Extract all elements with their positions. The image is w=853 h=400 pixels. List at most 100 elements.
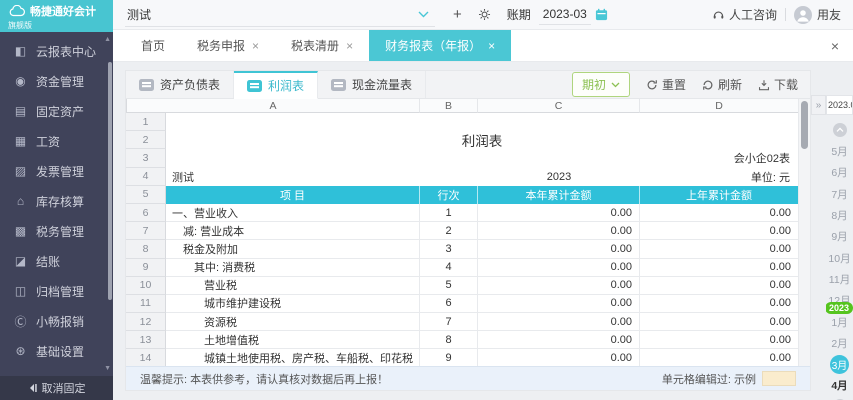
select-all-corner[interactable] [126, 99, 127, 113]
month-item[interactable]: 5月 [831, 141, 847, 162]
item-cell[interactable]: 税金及附加 [166, 240, 420, 259]
rail-period-header[interactable]: 2023.03 [826, 95, 853, 115]
row-number[interactable]: 10 [126, 276, 166, 295]
support-button[interactable]: 人工咨询 [712, 6, 777, 23]
row-number[interactable]: 11 [126, 294, 166, 314]
month-item[interactable]: 6月 [831, 162, 847, 183]
current-amount-cell[interactable]: 0.00 [478, 331, 640, 350]
line-cell[interactable]: 7 [420, 313, 478, 332]
current-amount-cell[interactable]: 0.00 [478, 294, 640, 314]
sheet-scrollbar-track[interactable] [798, 99, 810, 366]
month-item[interactable]: 1月 [831, 311, 847, 332]
line-cell[interactable]: 4 [420, 258, 478, 277]
sidebar-item[interactable]: ◉ 资金管理 [0, 66, 113, 96]
item-cell[interactable]: 土地增值税 [166, 331, 420, 350]
current-amount-cell[interactable]: 0.00 [478, 240, 640, 259]
line-cell[interactable]: 5 [420, 276, 478, 295]
sidebar-item[interactable]: ▦ 工资 [0, 126, 113, 156]
month-item[interactable]: 11月 [829, 269, 850, 290]
sidebar-item[interactable]: ◫ 归档管理 [0, 276, 113, 306]
report-tab[interactable]: 利润表 [234, 71, 319, 99]
tab[interactable]: 税务申报 × [181, 30, 275, 61]
header-current-amount[interactable]: 本年累计金额 [478, 185, 640, 204]
month-item[interactable]: 4月 [831, 375, 847, 396]
tab[interactable]: 税表清册 × [275, 30, 369, 61]
row-number[interactable]: 9 [126, 258, 166, 277]
column-letter[interactable]: C [478, 99, 640, 113]
sidebar-item[interactable]: Ⓒ 小畅报销 [0, 306, 113, 336]
current-amount-cell[interactable]: 0.00 [478, 313, 640, 332]
settings-gear-icon[interactable] [478, 8, 491, 21]
sidebar-item[interactable]: ◧ 云报表中心 [0, 36, 113, 66]
tab[interactable]: 财务报表（年报） × [369, 30, 512, 61]
reset-button[interactable]: 重置 [646, 76, 686, 93]
user-menu[interactable]: 用友 [793, 5, 841, 24]
item-cell[interactable]: 城镇土地使用税、房产税、车船税、印花税 [166, 349, 420, 366]
row-number[interactable]: 7 [126, 222, 166, 241]
close-tab-icon[interactable]: × [346, 39, 353, 53]
item-cell[interactable]: 营业税 [166, 276, 420, 295]
column-letter[interactable]: D [640, 99, 798, 113]
add-account-button[interactable]: + [453, 6, 462, 23]
prior-amount-cell[interactable]: 0.00 [640, 277, 798, 295]
item-cell[interactable]: 城市维护建设税 [166, 294, 420, 314]
report-tab[interactable]: 现金流量表 [318, 71, 427, 98]
item-cell[interactable]: 一、营业收入 [166, 203, 420, 223]
prior-amount-cell[interactable]: 0.00 [640, 295, 798, 314]
sheet-scrollbar-thumb[interactable] [801, 101, 808, 149]
initial-balance-button[interactable]: 期初 [571, 72, 630, 97]
report-tab[interactable]: 资产负债表 [126, 71, 235, 98]
prior-amount-cell[interactable]: 0.00 [640, 259, 798, 277]
close-tab-icon[interactable]: × [488, 39, 495, 53]
empty-cell[interactable] [166, 113, 798, 131]
prior-amount-cell[interactable]: 0.00 [640, 331, 798, 350]
unit-cell[interactable]: 单位: 元 [640, 168, 798, 186]
month-item[interactable]: 7月 [831, 184, 847, 205]
sidebar-scroll-up-icon[interactable]: ▲ [104, 36, 111, 43]
empty-cell[interactable] [420, 168, 478, 186]
close-icon[interactable]: × [817, 30, 853, 61]
row-number[interactable]: 13 [126, 331, 166, 350]
row-number[interactable]: 5 [126, 185, 166, 204]
sidebar-item[interactable]: ▨ 发票管理 [0, 156, 113, 186]
company-cell[interactable]: 测试 [166, 168, 420, 186]
download-button[interactable]: 下载 [758, 76, 798, 93]
current-amount-cell[interactable]: 0.00 [478, 276, 640, 295]
item-cell[interactable]: 其中: 消费税 [166, 258, 420, 277]
row-number[interactable]: 3 [126, 149, 166, 168]
month-item[interactable]: 10月 [828, 247, 850, 268]
sidebar-item[interactable]: ▤ 固定资产 [0, 96, 113, 126]
sidebar-item[interactable]: ⌂ 库存核算 [0, 186, 113, 216]
line-cell[interactable]: 6 [420, 294, 478, 314]
item-cell[interactable]: 资源税 [166, 313, 420, 332]
collapse-rail-button[interactable]: » [811, 95, 826, 115]
row-number[interactable]: 6 [126, 203, 166, 223]
sidebar-item[interactable]: ⊛ 基础设置 [0, 336, 113, 366]
prior-amount-cell[interactable]: 0.00 [640, 204, 798, 223]
sidebar-scrollbar[interactable] [108, 62, 112, 300]
line-cell[interactable]: 8 [420, 331, 478, 350]
row-number[interactable]: 12 [126, 313, 166, 332]
line-cell[interactable]: 9 [420, 349, 478, 366]
current-amount-cell[interactable]: 0.00 [478, 258, 640, 277]
prior-amount-cell[interactable]: 0.00 [640, 240, 798, 259]
line-cell[interactable]: 2 [420, 222, 478, 241]
current-amount-cell[interactable]: 0.00 [478, 203, 640, 223]
tab[interactable]: 首页 [125, 30, 181, 61]
prior-amount-cell[interactable]: 0.00 [640, 313, 798, 332]
company-select[interactable]: 测试 [125, 3, 435, 27]
row-number[interactable]: 4 [126, 167, 166, 186]
header-line[interactable]: 行次 [420, 185, 478, 204]
report-title-cell[interactable]: 利润表 [166, 131, 798, 149]
sidebar-item[interactable]: ▩ 税务管理 [0, 216, 113, 246]
year-cell[interactable]: 2023 [478, 168, 640, 186]
form-code-cell[interactable]: 会小企02表 [166, 149, 798, 167]
current-amount-cell[interactable]: 0.00 [478, 222, 640, 241]
prior-amount-cell[interactable]: 0.00 [640, 222, 798, 241]
current-amount-cell[interactable]: 0.00 [478, 349, 640, 366]
header-prior-amount[interactable]: 上年累计金额 [640, 185, 798, 204]
row-number[interactable]: 8 [126, 240, 166, 259]
scroll-up-icon[interactable] [832, 123, 847, 137]
row-number[interactable]: 2 [126, 131, 166, 150]
sidebar-scroll-down-icon[interactable]: ▼ [104, 365, 111, 372]
